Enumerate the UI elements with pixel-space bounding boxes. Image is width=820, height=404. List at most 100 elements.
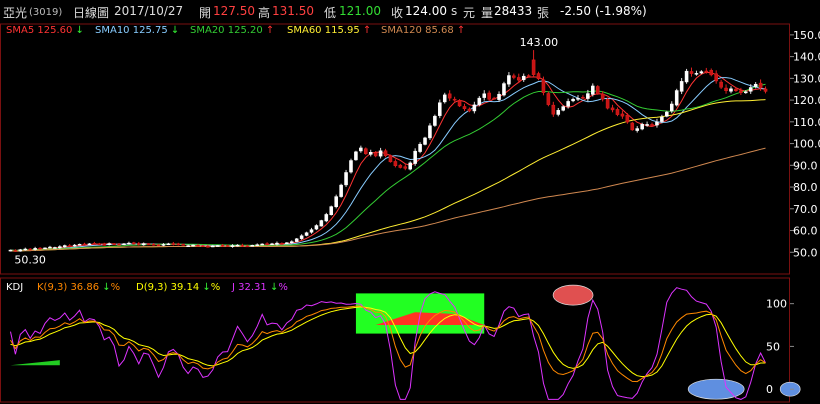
candle	[18, 248, 23, 252]
stock-chart: 50.0 60.0 70.0 80.0 90.0 100.0 110.0 120.0 130.0…	[0, 23, 820, 403]
candle-body	[8, 249, 13, 252]
candle-body	[270, 243, 274, 246]
candle-body	[186, 245, 190, 247]
candle-body	[398, 164, 403, 168]
candle-body	[319, 220, 324, 227]
candle-body	[388, 155, 393, 163]
price-axis-label: 50.0	[793, 246, 818, 259]
candle-body	[655, 121, 659, 126]
candle-body	[62, 245, 67, 248]
candle-body	[245, 245, 250, 248]
candle-body	[704, 70, 709, 73]
candle	[398, 163, 403, 169]
candle	[492, 96, 496, 100]
candle	[280, 242, 284, 245]
candle	[67, 244, 72, 248]
candle	[151, 242, 156, 246]
candle-body	[260, 243, 264, 246]
candle-body	[492, 97, 496, 100]
candle-body	[521, 75, 526, 81]
candle-body	[428, 125, 432, 139]
candle-body	[615, 109, 620, 115]
candle	[502, 81, 506, 97]
candle	[77, 243, 82, 246]
candle-body	[739, 90, 743, 93]
candle-body	[77, 243, 82, 246]
candle-body	[294, 238, 299, 242]
candle-body	[665, 111, 669, 117]
kdj-axis-label: 50	[766, 340, 780, 353]
sma10-line	[10, 77, 766, 252]
candle	[82, 242, 87, 246]
candle-body	[502, 83, 506, 96]
candle-body	[408, 162, 412, 170]
sma60-line	[10, 99, 766, 252]
candle	[359, 145, 363, 153]
candle	[477, 96, 482, 107]
candle	[13, 249, 18, 252]
price-annotation: 50.30	[14, 254, 45, 267]
candle-body	[235, 244, 240, 247]
candle	[107, 242, 111, 246]
price-axis-label: 90.0	[793, 159, 818, 172]
candle-body	[561, 106, 565, 111]
candle-body	[368, 152, 373, 155]
candle	[260, 243, 264, 246]
candle	[309, 227, 314, 234]
candle-body	[359, 147, 363, 152]
candle-body	[748, 87, 753, 92]
candle	[102, 242, 107, 246]
candle-body	[28, 248, 32, 251]
candle-body	[250, 245, 255, 247]
candle	[428, 123, 432, 140]
candle-body	[689, 71, 694, 74]
candle	[447, 90, 452, 101]
candle-body	[82, 243, 87, 246]
candle-body	[132, 242, 136, 245]
candle	[531, 50, 536, 78]
candle	[324, 212, 329, 223]
candle	[329, 205, 334, 216]
candle	[255, 243, 260, 247]
candle	[171, 241, 176, 246]
candle-body	[344, 172, 348, 186]
candle-body	[566, 101, 570, 107]
candle	[679, 77, 684, 95]
candle	[694, 70, 699, 76]
candle-body	[709, 70, 714, 76]
candle	[423, 136, 427, 146]
candle-body	[299, 235, 304, 239]
candle-body	[136, 243, 141, 245]
candle	[630, 121, 635, 131]
candlesticks	[8, 50, 768, 252]
candle	[28, 248, 32, 251]
kdj-axis-label: 0	[766, 383, 773, 396]
candle-body	[18, 249, 23, 252]
candle	[354, 150, 358, 161]
candle-body	[403, 166, 408, 169]
candle	[635, 126, 640, 133]
candle-body	[586, 93, 590, 99]
oversold-marker	[687, 378, 745, 400]
candle	[591, 83, 595, 97]
candle-body	[92, 243, 97, 245]
candle-body	[102, 244, 107, 246]
candle-body	[640, 123, 644, 130]
candle	[294, 237, 299, 243]
candle	[739, 87, 743, 95]
candle	[349, 158, 353, 174]
candle	[299, 234, 304, 240]
candle	[497, 91, 501, 102]
candle-body	[215, 245, 220, 247]
candle	[600, 91, 605, 102]
candle-body	[719, 81, 723, 88]
candle	[161, 243, 166, 247]
candle-body	[413, 150, 417, 164]
candle-body	[230, 245, 235, 247]
candle	[319, 219, 324, 227]
candle	[526, 74, 531, 78]
candle	[684, 68, 689, 84]
candle-body	[112, 243, 116, 245]
candle	[87, 243, 92, 246]
candle	[368, 149, 373, 157]
